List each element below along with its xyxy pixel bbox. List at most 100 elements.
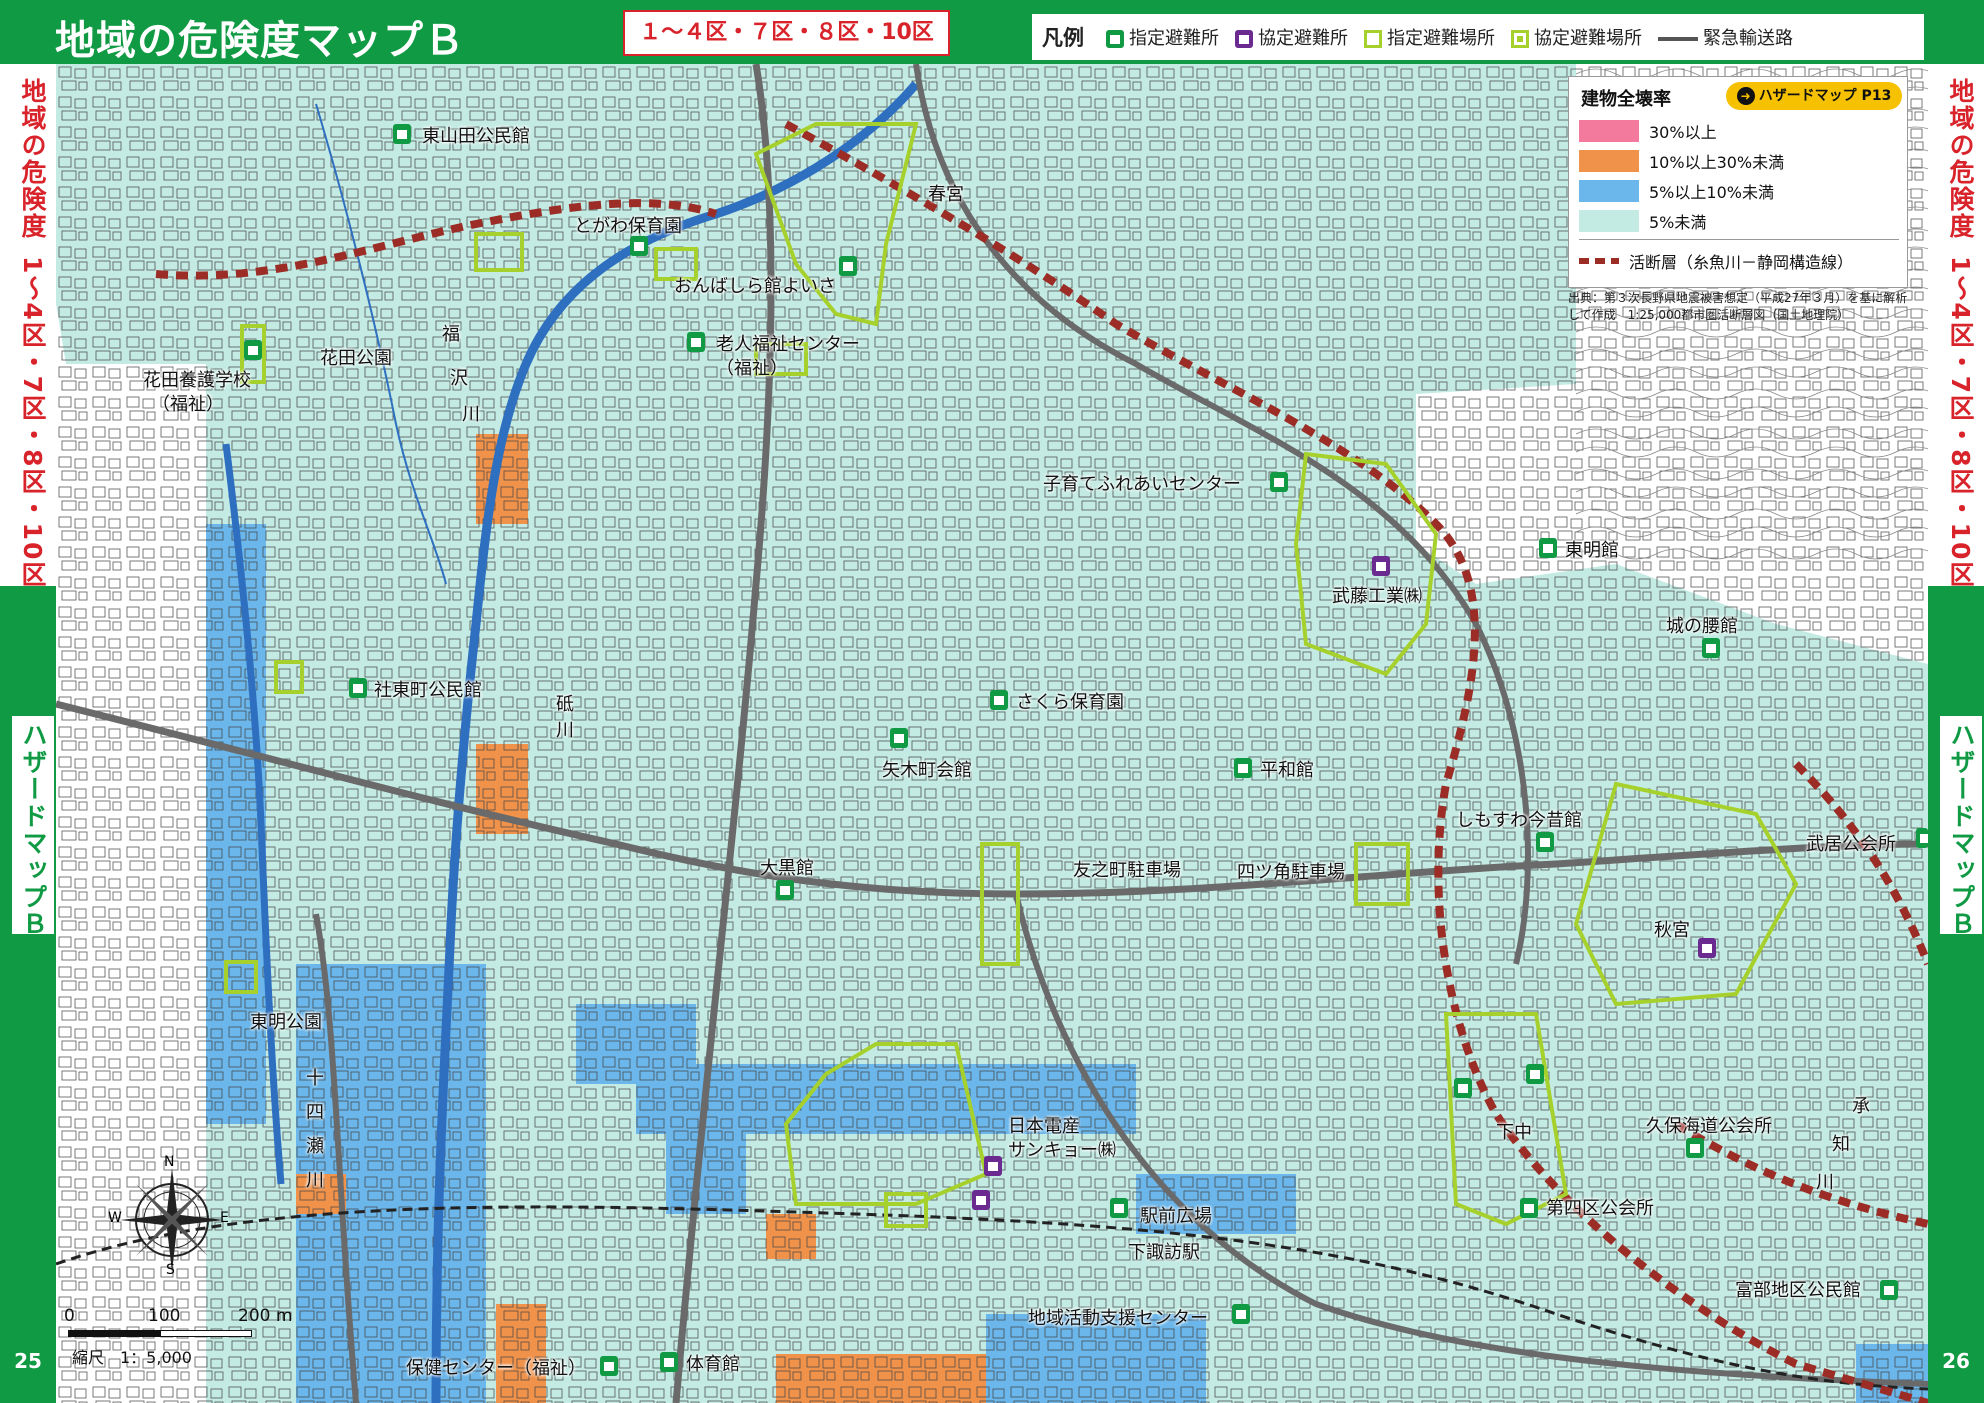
compass-w: W bbox=[108, 1210, 122, 1226]
place-label: さくら保育園 bbox=[1016, 692, 1124, 713]
agreement-evacuation-site-icon bbox=[1511, 30, 1529, 48]
fault-line-icon bbox=[1579, 258, 1619, 264]
river-label: 砥 bbox=[556, 694, 574, 715]
place-label: 東明館 bbox=[1565, 540, 1619, 561]
designated-shelter-icon[interactable] bbox=[1880, 1280, 1898, 1300]
page-number-right: 26 bbox=[1942, 1349, 1970, 1373]
designated-shelter-icon[interactable] bbox=[349, 678, 367, 698]
scale-ratio: 縮尺 1：5,000 bbox=[72, 1348, 192, 1367]
river-label: 十 bbox=[306, 1068, 324, 1089]
map-legend: 凡例 指定避難所 協定避難所 指定避難場所 協定避難場所 緊急輸送路 bbox=[1032, 14, 1924, 60]
risk-swatch bbox=[1579, 210, 1639, 232]
designated-shelter-icon[interactable] bbox=[776, 880, 794, 900]
river-label: 川 bbox=[556, 720, 574, 741]
designated-shelter-icon[interactable] bbox=[1454, 1078, 1472, 1098]
place-label: 老人福祉センター bbox=[716, 334, 860, 355]
designated-shelter-icon[interactable] bbox=[1232, 1304, 1250, 1324]
page-number-left: 25 bbox=[14, 1349, 42, 1373]
place-label: 四ツ角駐車場 bbox=[1237, 862, 1345, 883]
river-label: 四 bbox=[306, 1102, 324, 1123]
designated-shelter-icon[interactable] bbox=[630, 236, 648, 256]
place-label: 第四区公会所 bbox=[1546, 1198, 1654, 1219]
place-label: 子育てふれあいセンター bbox=[1043, 474, 1241, 495]
risk-legend-title: 建物全壊率 bbox=[1581, 89, 1671, 110]
right-tab-areas: 1～4区・7区・8区・10区 bbox=[1946, 256, 1975, 589]
designated-shelter-icon[interactable] bbox=[1234, 758, 1252, 778]
designated-shelter-icon[interactable] bbox=[244, 340, 262, 360]
designated-shelter-icon[interactable] bbox=[1270, 472, 1288, 492]
risk-row-30plus: 30%以上 bbox=[1579, 119, 1717, 143]
designated-shelter-icon[interactable] bbox=[687, 332, 705, 352]
right-tab-heading: 地域の危険度 bbox=[1946, 78, 1975, 240]
designated-shelter-icon[interactable] bbox=[1526, 1064, 1544, 1084]
risk-swatch bbox=[1579, 180, 1639, 202]
place-label: 城の腰館 bbox=[1666, 616, 1738, 637]
place-label: 武居公会所 bbox=[1806, 834, 1896, 855]
legend-item-designated-shelter: 指定避難所 bbox=[1106, 24, 1219, 50]
place-label: 地域活動支援センター bbox=[1028, 1308, 1208, 1329]
river-label: 知 bbox=[1832, 1134, 1850, 1155]
place-label: 保健センター（福祉） bbox=[406, 1358, 586, 1379]
arrow-right-icon: ➜ bbox=[1736, 87, 1755, 105]
designated-evacuation-site-icon bbox=[1364, 30, 1382, 48]
place-label: しもすわ今昔館 bbox=[1456, 810, 1582, 831]
designated-shelter-icon[interactable] bbox=[1916, 828, 1928, 848]
place-label: 下中 bbox=[1496, 1122, 1532, 1143]
left-tab-heading: 地域の危険度 bbox=[18, 78, 47, 240]
risk-swatch bbox=[1579, 120, 1639, 142]
place-label: 富部地区公民館 bbox=[1735, 1280, 1861, 1301]
left-tab-hazard: ハザードマップＢ bbox=[12, 716, 54, 944]
agreement-shelter-icon[interactable] bbox=[984, 1156, 1002, 1176]
scale-segment bbox=[68, 1330, 160, 1337]
area-badge: １～４区・７区・８区・10区 bbox=[623, 10, 950, 56]
designated-shelter-icon[interactable] bbox=[1702, 638, 1720, 658]
legend-divider bbox=[1579, 239, 1899, 240]
place-label: 体育館 bbox=[686, 1354, 740, 1375]
river-label: 福 bbox=[442, 324, 460, 345]
place-label: 武藤工業㈱ bbox=[1332, 586, 1422, 607]
place-label: 春宮 bbox=[928, 184, 964, 205]
place-label: 日本電産 bbox=[1008, 1116, 1080, 1137]
designated-shelter-icon[interactable] bbox=[990, 690, 1008, 710]
agreement-shelter-icon[interactable] bbox=[1698, 938, 1716, 958]
designated-shelter-icon[interactable] bbox=[660, 1352, 678, 1372]
designated-shelter-icon[interactable] bbox=[839, 256, 857, 276]
designated-shelter-icon[interactable] bbox=[1110, 1198, 1128, 1218]
agreement-shelter-icon[interactable] bbox=[972, 1190, 990, 1210]
place-label: 東山田公民館 bbox=[422, 126, 530, 147]
right-tab-band-lower bbox=[1928, 934, 1984, 1403]
left-tab-band-lower bbox=[0, 934, 56, 1403]
agreement-shelter-icon bbox=[1235, 30, 1253, 48]
place-label: 久保海道公会所 bbox=[1646, 1116, 1772, 1137]
legend-item-designated-evacuation-site: 指定避難場所 bbox=[1364, 24, 1495, 50]
place-label: 秋宮 bbox=[1654, 920, 1690, 941]
river-label: 川 bbox=[1816, 1172, 1834, 1193]
designated-shelter-icon[interactable] bbox=[1536, 832, 1554, 852]
station-label: 下諏訪駅 bbox=[1128, 1242, 1200, 1263]
river-label: 川 bbox=[306, 1170, 324, 1191]
risk-row-10-30: 10%以上30%未満 bbox=[1579, 149, 1784, 173]
risk-swatch bbox=[1579, 150, 1639, 172]
compass-e: E bbox=[220, 1210, 229, 1226]
agreement-shelter-icon[interactable] bbox=[1372, 556, 1390, 576]
page-title: 地域の危険度マップＢ bbox=[55, 18, 465, 64]
compass-n: N bbox=[164, 1154, 175, 1170]
designated-shelter-icon[interactable] bbox=[1539, 538, 1557, 558]
designated-shelter-icon[interactable] bbox=[1520, 1198, 1538, 1218]
hazard-map-link-button[interactable]: ➜ ハザードマップ P13 bbox=[1726, 82, 1902, 110]
legend-label: 凡例 bbox=[1042, 26, 1084, 50]
designated-shelter-icon[interactable] bbox=[600, 1356, 618, 1376]
designated-shelter-icon[interactable] bbox=[1686, 1138, 1704, 1158]
designated-shelter-icon[interactable] bbox=[890, 728, 908, 748]
legend-item-emergency-road: 緊急輸送路 bbox=[1658, 24, 1793, 50]
scale-bar: 0 100 200 m 縮尺 1：5,000 bbox=[64, 1298, 304, 1368]
river-label: 承 bbox=[1852, 1096, 1870, 1117]
place-label: （福祉） bbox=[716, 358, 788, 379]
place-label: サンキョー㈱ bbox=[1008, 1140, 1116, 1161]
place-label: 花田養護学校 bbox=[143, 370, 251, 391]
place-label: 駅前広場 bbox=[1140, 1206, 1212, 1227]
designated-shelter-icon[interactable] bbox=[393, 124, 411, 144]
compass-rose: N S E W bbox=[108, 1154, 232, 1280]
legend-item-agreement-evacuation-site: 協定避難場所 bbox=[1511, 24, 1642, 50]
place-label: 花田公園 bbox=[320, 348, 392, 369]
